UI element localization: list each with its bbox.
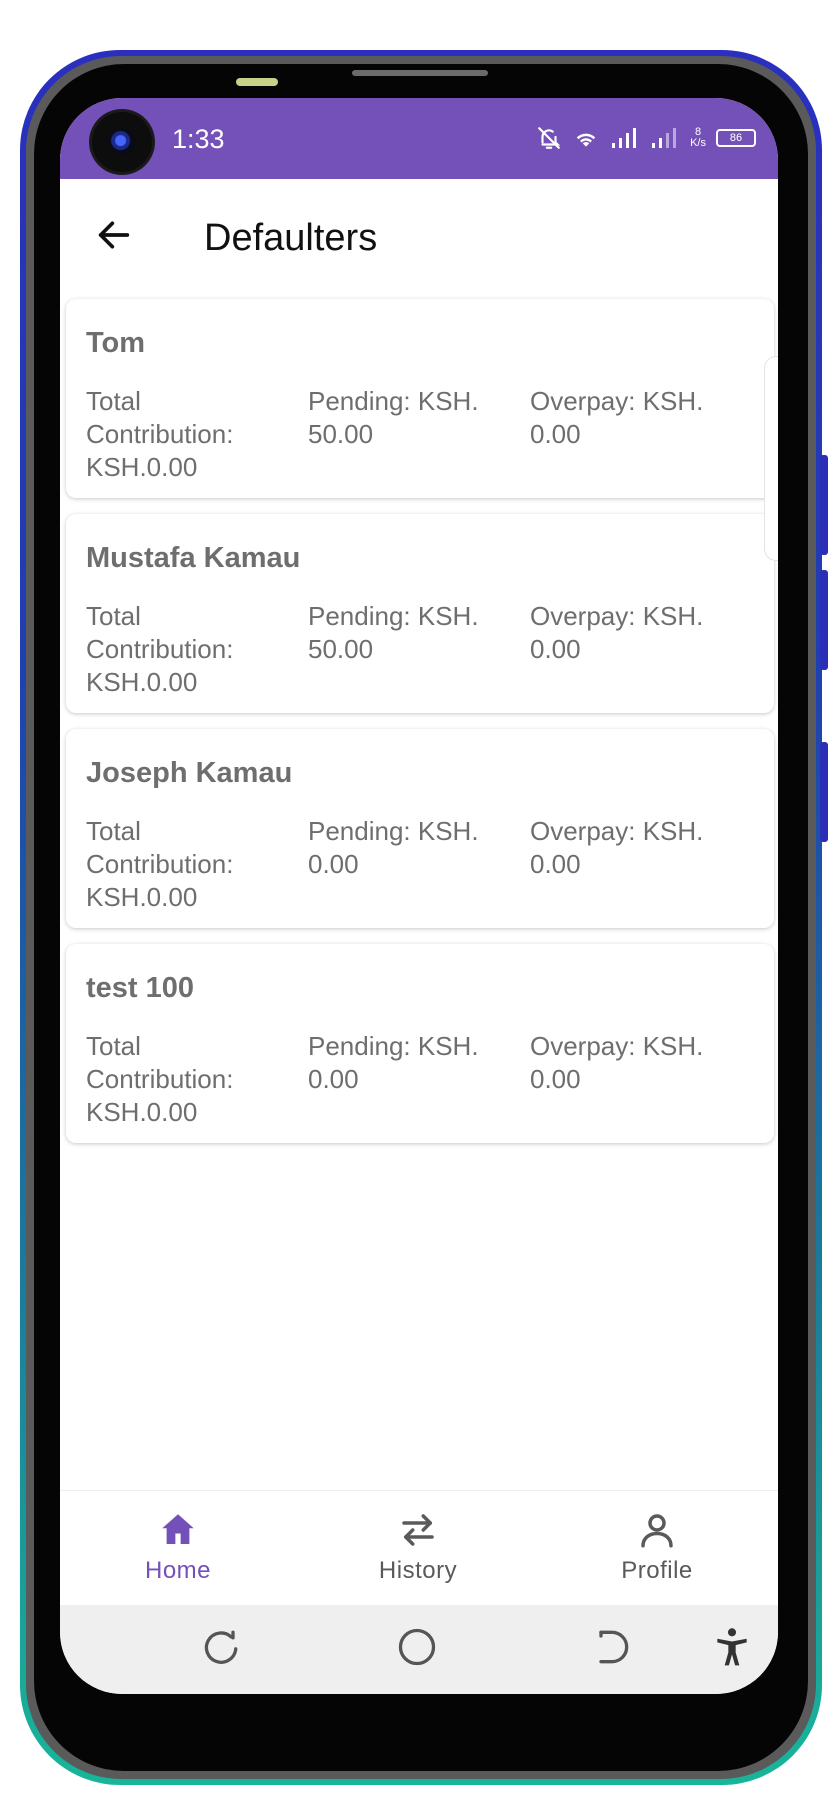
phone-screen: 1:33 8 K/s 86 Defaulters Tom Total Contr… bbox=[60, 98, 778, 1694]
nav-profile[interactable]: Profile bbox=[577, 1509, 737, 1599]
status-time: 1:33 bbox=[172, 124, 225, 154]
pending-amount: Pending: KSH. 0.00 bbox=[308, 1031, 479, 1094]
nav-label: History bbox=[378, 1557, 458, 1584]
overpay-amount: Overpay: KSH. 0.00 bbox=[530, 386, 704, 449]
recents-icon[interactable] bbox=[200, 1625, 244, 1669]
status-bar: 1:33 8 K/s 86 bbox=[60, 98, 778, 179]
defaulter-card[interactable]: Joseph Kamau Total Contribution: KSH.0.0… bbox=[66, 729, 774, 928]
nav-home[interactable]: Home bbox=[98, 1509, 258, 1599]
total-contribution: Total Contribution: KSH.0.00 bbox=[86, 816, 234, 912]
edge-panel-handle[interactable] bbox=[764, 356, 778, 561]
wifi-icon bbox=[576, 133, 596, 147]
signal-icon-2 bbox=[652, 128, 677, 148]
proximity-sensor bbox=[236, 78, 278, 86]
pending-amount: Pending: KSH. 50.00 bbox=[308, 386, 479, 449]
total-contribution: Total Contribution: KSH.0.00 bbox=[86, 386, 234, 482]
status-icons: 8 K/s 86 bbox=[536, 120, 756, 156]
nav-label: Home bbox=[144, 1557, 212, 1584]
volume-down-button bbox=[820, 570, 828, 670]
battery-icon: 86 bbox=[716, 129, 756, 147]
pending-amount: Pending: KSH. 50.00 bbox=[308, 601, 479, 664]
volume-up-button bbox=[820, 455, 828, 555]
front-camera bbox=[92, 112, 152, 172]
defaulter-card[interactable]: test 100 Total Contribution: KSH.0.00 Pe… bbox=[66, 944, 774, 1143]
overpay-amount: Overpay: KSH. 0.00 bbox=[530, 601, 704, 664]
member-name: Tom bbox=[86, 327, 146, 359]
page-title: Defaulters bbox=[204, 217, 378, 259]
home-circle-icon[interactable] bbox=[395, 1625, 439, 1669]
total-contribution: Total Contribution: KSH.0.00 bbox=[86, 601, 234, 697]
swap-arrows-icon bbox=[402, 1514, 434, 1546]
member-name: test 100 bbox=[86, 972, 195, 1004]
member-name: Joseph Kamau bbox=[86, 757, 293, 789]
overpay-amount: Overpay: KSH. 0.00 bbox=[530, 1031, 704, 1094]
member-name: Mustafa Kamau bbox=[86, 542, 301, 574]
home-icon bbox=[162, 1514, 194, 1544]
bottom-navigation: Home History Profile bbox=[60, 1490, 778, 1605]
earpiece-speaker bbox=[352, 70, 488, 76]
overpay-amount: Overpay: KSH. 0.00 bbox=[530, 816, 704, 879]
back-icon[interactable] bbox=[590, 1625, 634, 1669]
app-bar: Defaulters bbox=[60, 179, 778, 289]
accessibility-icon[interactable] bbox=[710, 1625, 754, 1669]
system-navigation-bar bbox=[60, 1605, 778, 1694]
nav-history[interactable]: History bbox=[338, 1509, 498, 1599]
signal-icon bbox=[612, 128, 637, 148]
power-button bbox=[820, 742, 828, 842]
nav-label: Profile bbox=[621, 1557, 693, 1584]
bell-off-icon bbox=[538, 127, 561, 149]
person-icon bbox=[641, 1514, 673, 1548]
battery-level: 86 bbox=[729, 132, 743, 144]
defaulter-card[interactable]: Mustafa Kamau Total Contribution: KSH.0.… bbox=[66, 514, 774, 713]
defaulter-card[interactable]: Tom Total Contribution: KSH.0.00 Pending… bbox=[66, 299, 774, 498]
arrow-left-icon[interactable] bbox=[94, 215, 134, 255]
network-speed: 8 K/s bbox=[690, 127, 706, 149]
network-speed-unit: K/s bbox=[690, 137, 706, 149]
total-contribution: Total Contribution: KSH.0.00 bbox=[86, 1031, 234, 1127]
pending-amount: Pending: KSH. 0.00 bbox=[308, 816, 479, 879]
